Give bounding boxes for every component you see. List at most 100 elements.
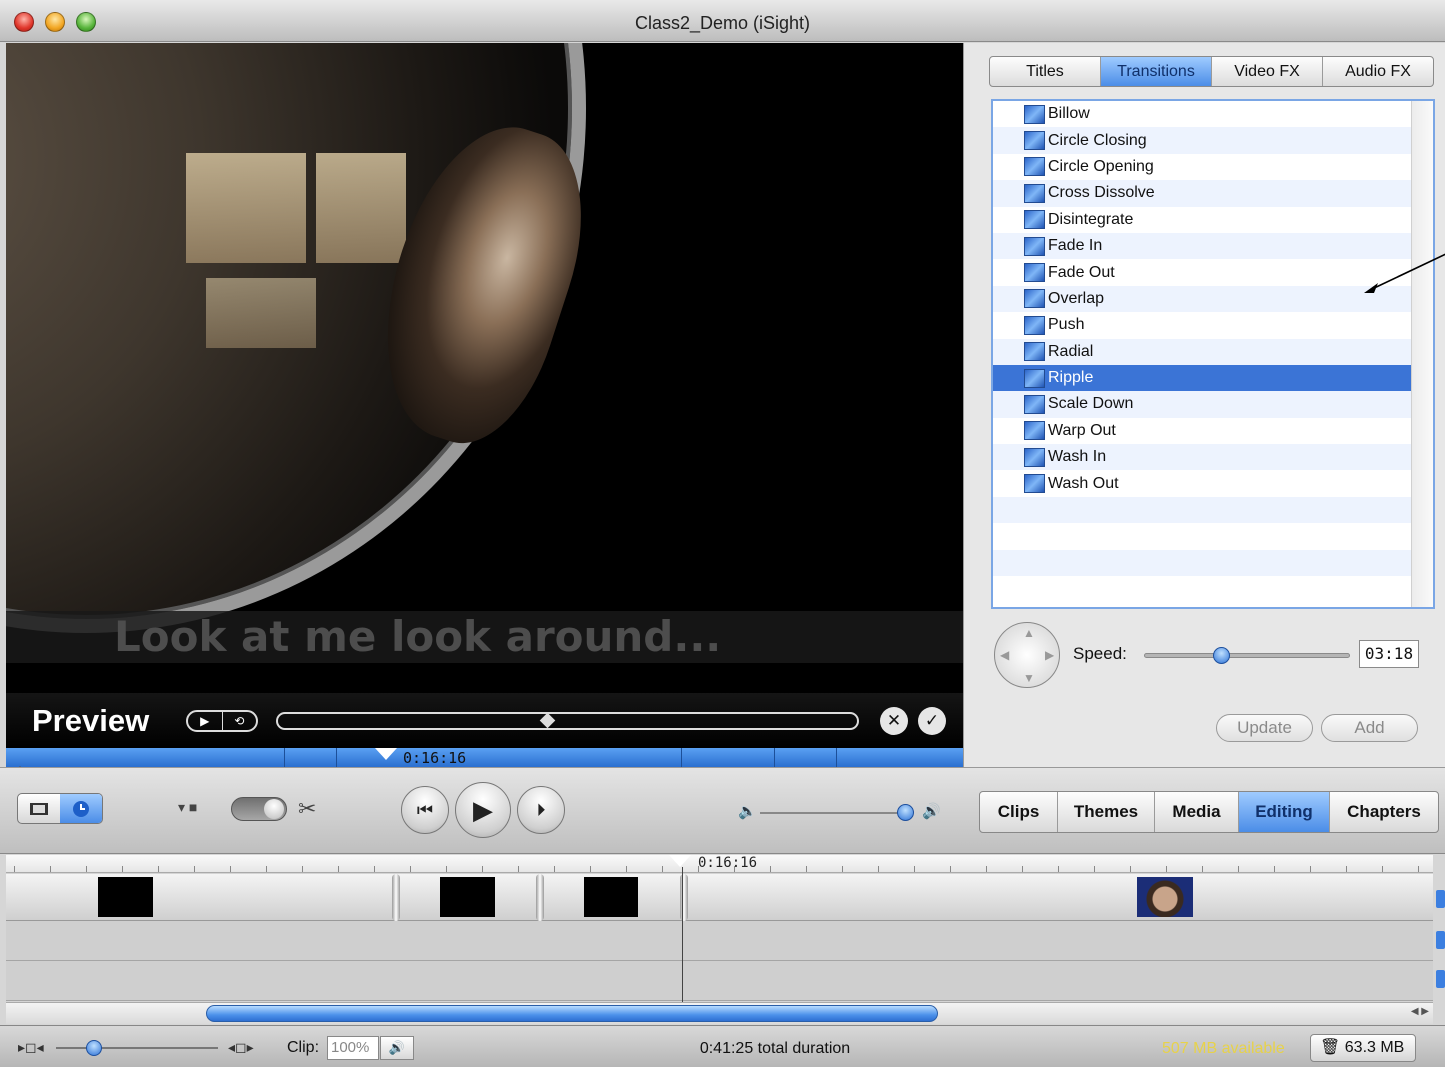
- playhead-marker[interactable]: [375, 748, 397, 760]
- preview-scrub-slider[interactable]: [276, 712, 859, 730]
- transition-icon: [1024, 342, 1045, 362]
- speed-slider[interactable]: [1144, 647, 1350, 664]
- transitions-list-scrollbar[interactable]: [1411, 101, 1433, 607]
- accept-preview-button[interactable]: ✓: [918, 707, 946, 735]
- transition-list-item[interactable]: Cross Dissolve: [993, 180, 1433, 207]
- transitions-list[interactable]: Billow Circle Closing Circle Opening Cross …: [991, 99, 1435, 609]
- transition-icon: [1024, 210, 1045, 230]
- timeline-view-icon[interactable]: [60, 794, 102, 823]
- cancel-preview-button[interactable]: ✕: [880, 707, 908, 735]
- video-track-checkbox[interactable]: [1436, 890, 1445, 908]
- transition-list-item[interactable]: Ripple: [993, 364, 1433, 392]
- effects-tab-bar: Titles Transitions Video FX Audio FX: [989, 56, 1434, 87]
- volume-slider-knob[interactable]: [897, 804, 914, 821]
- transition-icon: [1024, 183, 1045, 203]
- transition-list-item: [993, 523, 1433, 549]
- clip-thumbnail[interactable]: [98, 877, 153, 917]
- transition-label: Fade Out: [1048, 263, 1115, 281]
- volume-low-icon: 🔈: [738, 803, 757, 820]
- preview-play-loop-toggle[interactable]: ▶ ⟲: [186, 710, 258, 732]
- play-button[interactable]: ▶: [455, 782, 511, 838]
- transition-label: Wash Out: [1048, 474, 1119, 492]
- window-title: Class2_Demo (iSight): [634, 13, 811, 33]
- transition-icon: [1024, 368, 1045, 388]
- clips-pane-button[interactable]: Clips: [980, 792, 1058, 832]
- scissors-icon[interactable]: ✂: [298, 796, 316, 822]
- trash-button[interactable]: 🗑 63.3 MB: [1310, 1034, 1416, 1062]
- down-arrow-icon[interactable]: ▼: [1023, 671, 1035, 685]
- camera-mode-icon[interactable]: ▾ ■: [178, 799, 197, 816]
- transition-icon: [1024, 315, 1045, 335]
- transition-marker[interactable]: [536, 874, 544, 921]
- transition-list-item[interactable]: Radial: [993, 338, 1433, 365]
- clip-thumbnail[interactable]: [1137, 877, 1193, 917]
- volume-slider[interactable]: [760, 812, 908, 814]
- video-viewer[interactable]: Look at me look around...: [6, 43, 963, 693]
- transition-list-item[interactable]: Disintegrate: [993, 207, 1433, 233]
- add-button[interactable]: Add: [1321, 714, 1418, 742]
- tab-audio-fx[interactable]: Audio FX: [1323, 57, 1433, 86]
- transition-label: Fade In: [1048, 237, 1103, 255]
- timeline-playhead-line: [682, 867, 683, 1002]
- rewind-button[interactable]: ⏮: [401, 786, 449, 834]
- video-frame: [6, 43, 596, 643]
- play-icon[interactable]: ▶: [188, 712, 223, 730]
- speed-label: Speed:: [1073, 644, 1127, 663]
- clip-view-icon[interactable]: [18, 794, 60, 823]
- control-bar: ▾ ■ ✂ ⏮ ▶ ⏵ 🔈 🔊 Clips Themes Media Editi…: [0, 767, 1445, 854]
- up-arrow-icon[interactable]: ▲: [1023, 626, 1035, 640]
- transition-list-item[interactable]: Warp Out: [993, 418, 1433, 444]
- effects-panel: Titles Transitions Video FX Audio FX Bil…: [963, 43, 1445, 767]
- timeline-playhead-marker[interactable]: [669, 855, 691, 867]
- speed-value-field[interactable]: 03:18: [1359, 640, 1419, 668]
- scroll-arrows-icon[interactable]: ◀ ▶: [1411, 1006, 1429, 1017]
- transition-list-item[interactable]: Push: [993, 312, 1433, 338]
- audio-track-2[interactable]: [6, 961, 1433, 1001]
- clip-thumbnail[interactable]: [584, 877, 638, 917]
- loop-icon[interactable]: ⟲: [223, 712, 257, 730]
- left-arrow-icon[interactable]: ◀: [1000, 648, 1009, 662]
- transition-list-item: [993, 576, 1433, 602]
- tab-video-fx[interactable]: Video FX: [1212, 57, 1323, 86]
- timeline-scroll-thumb[interactable]: [206, 1005, 938, 1022]
- clip-thumbnail[interactable]: [440, 877, 495, 917]
- transition-direction-pad[interactable]: ▲ ▼ ◀ ▶: [994, 622, 1060, 688]
- camera-edit-switch[interactable]: [231, 797, 287, 821]
- transition-list-item[interactable]: Billow: [993, 101, 1433, 127]
- timeline-horizontal-scrollbar[interactable]: ◀ ▶: [6, 1002, 1433, 1024]
- title-overlay-text: Look at me look around...: [6, 611, 963, 663]
- timeline[interactable]: 0:16:16: [6, 855, 1433, 1002]
- media-pane-button[interactable]: Media: [1155, 792, 1239, 832]
- viewer-scrubber-bar[interactable]: 0:16:16: [6, 748, 963, 767]
- timeline-view-toggle[interactable]: [17, 793, 103, 824]
- transition-label: Warp Out: [1048, 421, 1116, 439]
- transition-list-item[interactable]: Circle Closing: [993, 127, 1433, 154]
- audio-track-1-checkbox[interactable]: [1436, 931, 1445, 949]
- right-arrow-icon[interactable]: ▶: [1045, 648, 1054, 662]
- tab-titles[interactable]: Titles: [990, 57, 1101, 86]
- update-button[interactable]: Update: [1216, 714, 1313, 742]
- audio-track-2-checkbox[interactable]: [1436, 970, 1445, 988]
- transition-icon: [1024, 289, 1045, 309]
- transition-label: Radial: [1048, 342, 1094, 360]
- timeline-ruler[interactable]: 0:16:16: [6, 855, 1433, 873]
- transition-icon: [1024, 131, 1045, 151]
- preview-scrub-knob[interactable]: [539, 712, 556, 729]
- preview-controls: Preview ▶ ⟲ ✕ ✓: [6, 693, 963, 748]
- transition-list-item[interactable]: Circle Opening: [993, 154, 1433, 180]
- editing-pane-button[interactable]: Editing: [1239, 792, 1330, 832]
- audio-track-1[interactable]: [6, 921, 1433, 961]
- transition-list-item[interactable]: Wash In: [993, 444, 1433, 471]
- video-track[interactable]: [6, 874, 1433, 921]
- volume-high-icon: 🔊: [922, 803, 941, 820]
- themes-pane-button[interactable]: Themes: [1058, 792, 1155, 832]
- speed-slider-knob[interactable]: [1213, 647, 1230, 664]
- title-bar: Class2_Demo (iSight): [0, 0, 1445, 42]
- transition-list-item[interactable]: Scale Down: [993, 391, 1433, 418]
- transition-marker[interactable]: [392, 874, 400, 921]
- transition-list-item[interactable]: Wash Out: [993, 470, 1433, 496]
- play-fullscreen-button[interactable]: ⏵: [517, 786, 565, 834]
- chapters-pane-button[interactable]: Chapters: [1330, 792, 1438, 832]
- tab-transitions[interactable]: Transitions: [1101, 57, 1212, 86]
- preview-label: Preview: [32, 703, 150, 738]
